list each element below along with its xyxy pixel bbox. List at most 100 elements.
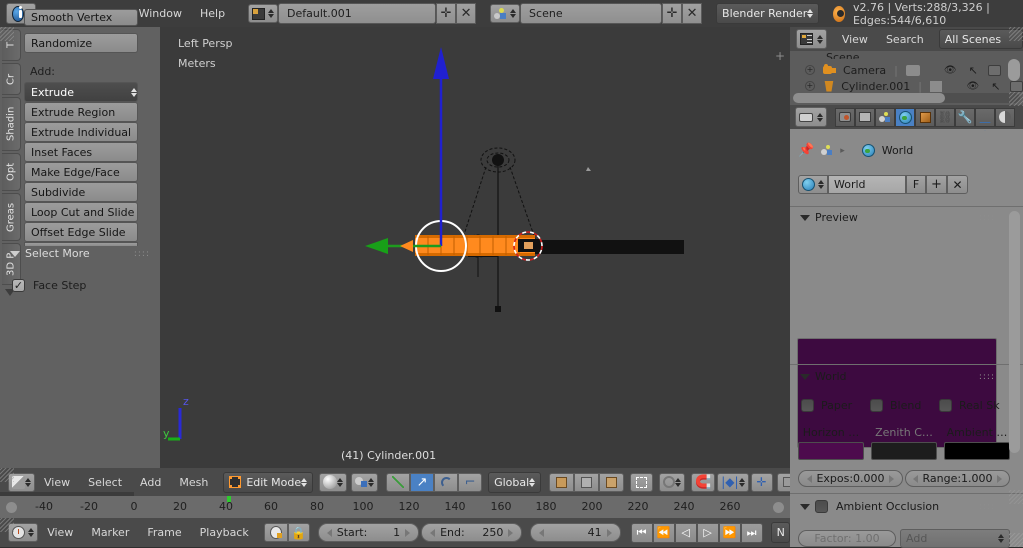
area-corner-widget[interactable] — [1009, 92, 1023, 106]
auto-keyframe-toggle[interactable] — [263, 523, 288, 542]
tool-extrude-individual[interactable]: Extrude Individual — [24, 122, 138, 142]
add-screen-layout-button[interactable]: ✛ — [436, 3, 457, 24]
tab-grease-pencil[interactable]: Greas — [2, 193, 21, 241]
properties-tab-world[interactable] — [895, 107, 915, 127]
area-corner-widget[interactable] — [0, 27, 14, 41]
ao-blend-mode-selector[interactable]: Add — [900, 529, 1010, 548]
increment-icon[interactable] — [996, 474, 1002, 483]
jump-to-start-button[interactable]: ⏮ — [630, 522, 653, 543]
render-engine-selector[interactable]: Blender Render — [716, 3, 820, 24]
properties-editor-type-selector[interactable] — [795, 107, 827, 127]
blend-checkbox[interactable]: Blend — [870, 399, 921, 412]
tab-shading[interactable]: Shadin — [2, 97, 21, 151]
fake-user-button[interactable]: F — [906, 175, 926, 194]
new-world-button[interactable]: + — [926, 175, 947, 194]
tool-loop-cut-slide[interactable]: Loop Cut and Slide — [24, 202, 138, 222]
current-frame-field[interactable]: 41 — [530, 523, 621, 542]
cursor-arrow-icon[interactable]: ↖ — [991, 80, 1000, 93]
next-keyframe-button[interactable]: ⏩ — [718, 522, 741, 543]
eye-icon[interactable]: 👁 — [944, 65, 957, 76]
start-frame-field[interactable]: Start: 1 — [317, 523, 420, 542]
tool-smooth-vertex[interactable]: Smooth Vertex — [24, 9, 138, 26]
outliner-menu-search[interactable]: Search — [877, 30, 933, 49]
tool-extrude-region[interactable]: Extrude Region — [24, 102, 138, 122]
3d-viewport[interactable]: Left Persp Meters (41) Cylinder.001 + z … — [160, 27, 790, 468]
properties-tab-data[interactable] — [975, 107, 995, 131]
outliner-horizontal-scrollbar[interactable] — [793, 93, 1020, 103]
menu-window[interactable]: Window — [130, 4, 191, 23]
range-field[interactable]: Range:1.000 — [905, 470, 1010, 487]
area-corner-widget[interactable] — [0, 518, 14, 532]
world-panel-header[interactable]: World :::: — [800, 370, 995, 383]
increment-icon[interactable] — [405, 528, 411, 537]
viewport-menu-mesh[interactable]: Mesh — [170, 473, 217, 492]
zenith-color-swatch[interactable] — [871, 442, 937, 460]
world-datablock-browse[interactable] — [798, 175, 828, 194]
tab-create[interactable]: Cr — [2, 63, 21, 95]
ao-enable-checkbox[interactable] — [815, 500, 828, 513]
increment-icon[interactable] — [606, 528, 612, 537]
properties-tab-object[interactable] — [915, 107, 935, 127]
play-button[interactable]: ▷ — [696, 522, 719, 543]
expand-icon[interactable]: + — [805, 81, 815, 91]
tool-extrude[interactable]: Extrude — [24, 82, 138, 102]
viewport-menu-add[interactable]: Add — [131, 473, 170, 492]
translate-manipulator-button[interactable]: ↗ — [410, 472, 435, 492]
decrement-icon[interactable] — [326, 528, 332, 537]
ao-factor-field[interactable]: Factor: 1.00 — [798, 530, 896, 547]
delete-scene-button[interactable]: ✕ — [682, 3, 703, 24]
outliner-row-cylinder[interactable]: + Cylinder.001 | 👁 ↖ — [790, 79, 1023, 93]
properties-tab-modifiers[interactable]: 🔧 — [955, 107, 975, 127]
timeline-playhead[interactable] — [227, 496, 231, 502]
decrement-icon[interactable] — [430, 528, 436, 537]
pivot-point-button[interactable]: ✛ — [750, 472, 773, 492]
screen-layout-selector[interactable] — [248, 4, 279, 23]
decrement-icon[interactable] — [539, 528, 545, 537]
outliner-vertical-scrollbar[interactable] — [1008, 59, 1020, 81]
play-reverse-button[interactable]: ◁ — [674, 522, 697, 543]
decrement-icon[interactable] — [913, 474, 919, 483]
exposure-field[interactable]: Expos:0.000 — [798, 470, 903, 487]
cursor-arrow-icon[interactable]: ↖ — [969, 64, 978, 77]
outliner-menu-view[interactable]: View — [833, 30, 877, 49]
viewport-menu-view[interactable]: View — [35, 473, 79, 492]
area-corner-widget[interactable] — [1009, 490, 1023, 504]
decrement-icon[interactable] — [807, 474, 813, 483]
expand-icon[interactable]: + — [805, 65, 815, 75]
properties-tab-scene[interactable] — [875, 107, 895, 127]
increment-icon[interactable] — [888, 474, 894, 483]
face-select-mode-button[interactable] — [599, 472, 625, 492]
pin-icon[interactable]: 📌 — [798, 143, 814, 158]
sync-mode-selector[interactable]: N — [770, 522, 791, 543]
outliner-display-mode-selector[interactable] — [796, 29, 827, 49]
real-sky-checkbox[interactable]: Real Sk — [939, 399, 1000, 412]
snap-toggle[interactable]: 🧲 — [691, 472, 716, 492]
limit-selection-toggle[interactable] — [630, 472, 654, 492]
scene-name[interactable]: Scene — [520, 3, 663, 24]
scale-manipulator-button[interactable]: ⌐ — [458, 472, 483, 492]
vertex-select-mode-button[interactable] — [549, 472, 575, 492]
face-step-checkbox[interactable]: ✓ Face Step — [12, 279, 86, 292]
timeline-menu-playback[interactable]: Playback — [191, 523, 258, 542]
ambient-color-swatch[interactable] — [944, 442, 1010, 460]
scene-display-selector[interactable] — [351, 472, 379, 492]
area-corner-widget[interactable] — [1009, 533, 1023, 547]
rotate-manipulator-button[interactable] — [434, 472, 459, 492]
timeline-menu-frame[interactable]: Frame — [138, 523, 190, 542]
transform-orientation-selector[interactable]: Global — [488, 471, 542, 493]
ao-panel-header[interactable]: Ambient Occlusion :::: — [800, 500, 995, 513]
proportional-edit-selector[interactable] — [659, 472, 686, 492]
properties-tab-render[interactable] — [835, 107, 855, 127]
properties-scrollbar[interactable] — [1009, 211, 1020, 453]
jump-to-end-button[interactable]: ⏭ — [740, 522, 763, 543]
edge-select-mode-button[interactable] — [574, 472, 600, 492]
add-scene-button[interactable]: ✛ — [662, 3, 683, 24]
tool-subdivide[interactable]: Subdivide — [24, 182, 138, 202]
paper-checkbox[interactable]: Paper — [801, 399, 852, 412]
area-corner-widget[interactable] — [1009, 27, 1023, 41]
properties-tab-render-layers[interactable] — [855, 107, 875, 127]
timeline-menu-marker[interactable]: Marker — [82, 523, 138, 542]
manipulator-toggle[interactable] — [386, 472, 411, 492]
camera-render-icon[interactable] — [1010, 80, 1023, 92]
scene-selector[interactable] — [490, 4, 521, 23]
